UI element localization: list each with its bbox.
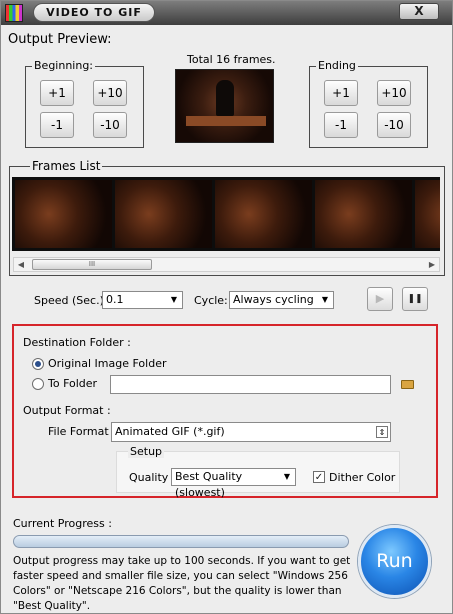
output-preview-label: Output Preview: [8,32,112,47]
frame-thumbnail[interactable] [15,180,112,248]
output-format-label: Output Format : [23,404,111,417]
progress-bar [13,535,349,548]
ending-plus-10-button[interactable]: +10 [377,80,411,106]
file-format-label: File Format [48,425,109,438]
current-progress-label: Current Progress : [13,517,112,530]
cycle-select[interactable]: Always cycling ▼ [229,291,334,309]
cycle-value: Always cycling [233,293,314,306]
ending-plus-1-button[interactable]: +1 [324,80,358,106]
frames-list-legend: Frames List [30,159,103,173]
play-button[interactable]: ▶ [367,287,393,311]
beginning-group: Beginning: +1 +10 -1 -10 [25,59,144,148]
original-folder-label: Original Image Folder [48,357,167,370]
original-folder-radio[interactable] [32,358,44,370]
frame-thumbnail[interactable] [315,180,412,248]
frames-filmstrip[interactable] [12,177,440,251]
scrollbar-thumb[interactable]: III [32,259,152,270]
preview-thumbnail [175,69,274,143]
destination-folder-label: Destination Folder : [23,336,131,349]
run-button[interactable]: Run [358,525,431,598]
dither-color-label: Dither Color [329,471,396,484]
window-title: VIDEO TO GIF [33,3,155,22]
cycle-label: Cycle: [194,294,228,307]
ending-minus-10-button[interactable]: -10 [377,112,411,138]
ending-legend: Ending [316,59,358,72]
video-to-gif-window: VIDEO TO GIF X Output Preview: Total 16 … [0,0,453,614]
to-folder-radio[interactable] [32,378,44,390]
beginning-plus-1-button[interactable]: +1 [40,80,74,106]
updown-icon: ⇕ [376,426,388,438]
frame-thumbnail[interactable] [215,180,312,248]
total-frames-label: Total 16 frames. [187,53,276,66]
folder-browse-icon[interactable] [401,380,414,389]
beginning-legend: Beginning: [32,59,96,72]
frame-thumbnail[interactable] [415,180,440,248]
dither-color-checkbox[interactable]: ✓ [313,471,325,483]
to-folder-input[interactable] [110,375,391,394]
chevron-down-icon: ▼ [283,472,291,481]
scroll-right-icon[interactable]: ▶ [425,258,439,271]
scroll-left-icon[interactable]: ◀ [14,258,28,271]
beginning-minus-1-button[interactable]: -1 [40,112,74,138]
beginning-minus-10-button[interactable]: -10 [93,112,127,138]
progress-note: Output progress may take up to 100 secon… [13,555,351,612]
chevron-down-icon: ▼ [321,295,329,304]
file-format-value: Animated GIF (*.gif) [115,425,225,438]
speed-select[interactable]: 0.1 ▼ [102,291,183,309]
setup-label: Setup [128,445,165,458]
file-format-select[interactable]: Animated GIF (*.gif) ⇕ [111,422,391,442]
pause-button[interactable]: ❚❚ [402,287,428,311]
chevron-down-icon: ▼ [170,295,178,304]
close-button[interactable]: X [399,3,439,20]
beginning-plus-10-button[interactable]: +10 [93,80,127,106]
ending-group: Ending +1 +10 -1 -10 [309,59,428,148]
speed-label: Speed (Sec.): [34,294,108,307]
to-folder-label: To Folder [48,377,98,390]
quality-label: Quality : [129,471,176,484]
title-bar: VIDEO TO GIF X [1,1,452,25]
frames-scrollbar[interactable]: ◀ III ▶ [13,257,440,272]
app-icon [5,4,23,22]
speed-value: 0.1 [106,293,124,306]
quality-select[interactable]: Best Quality (slowest) ▼ [171,468,296,499]
frame-thumbnail[interactable] [115,180,212,248]
ending-minus-1-button[interactable]: -1 [324,112,358,138]
